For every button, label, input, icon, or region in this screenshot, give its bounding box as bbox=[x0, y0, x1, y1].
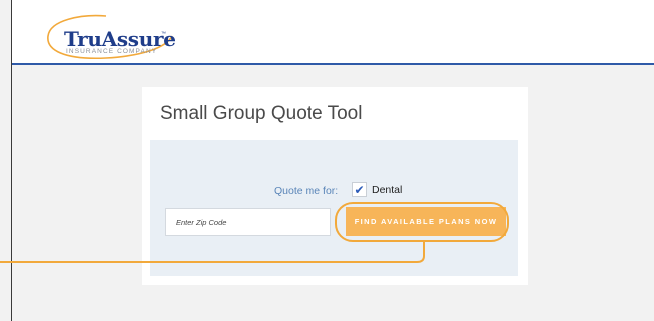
truassure-logo[interactable]: TruAssure ™ INSURANCE COMPANY bbox=[36, 14, 176, 60]
quote-form-panel: Quote me for: ✔ Dental FIND AVAILABLE PL… bbox=[150, 140, 518, 276]
trademark-symbol: ™ bbox=[161, 31, 166, 37]
find-available-plans-button[interactable]: FIND AVAILABLE PLANS NOW bbox=[346, 207, 506, 236]
zip-code-input[interactable] bbox=[165, 208, 331, 236]
logo-wordmark: TruAssure bbox=[64, 27, 176, 51]
check-icon: ✔ bbox=[354, 183, 365, 197]
header-divider bbox=[12, 63, 654, 65]
dental-checkbox-label[interactable]: Dental bbox=[372, 184, 402, 196]
logo-subtext: INSURANCE COMPANY bbox=[66, 48, 158, 55]
dental-checkbox[interactable]: ✔ bbox=[352, 182, 367, 197]
page-title: Small Group Quote Tool bbox=[160, 103, 363, 124]
quote-me-for-label: Quote me for: bbox=[274, 185, 339, 197]
quote-tool-card: Small Group Quote Tool Quote me for: ✔ D… bbox=[142, 87, 528, 285]
